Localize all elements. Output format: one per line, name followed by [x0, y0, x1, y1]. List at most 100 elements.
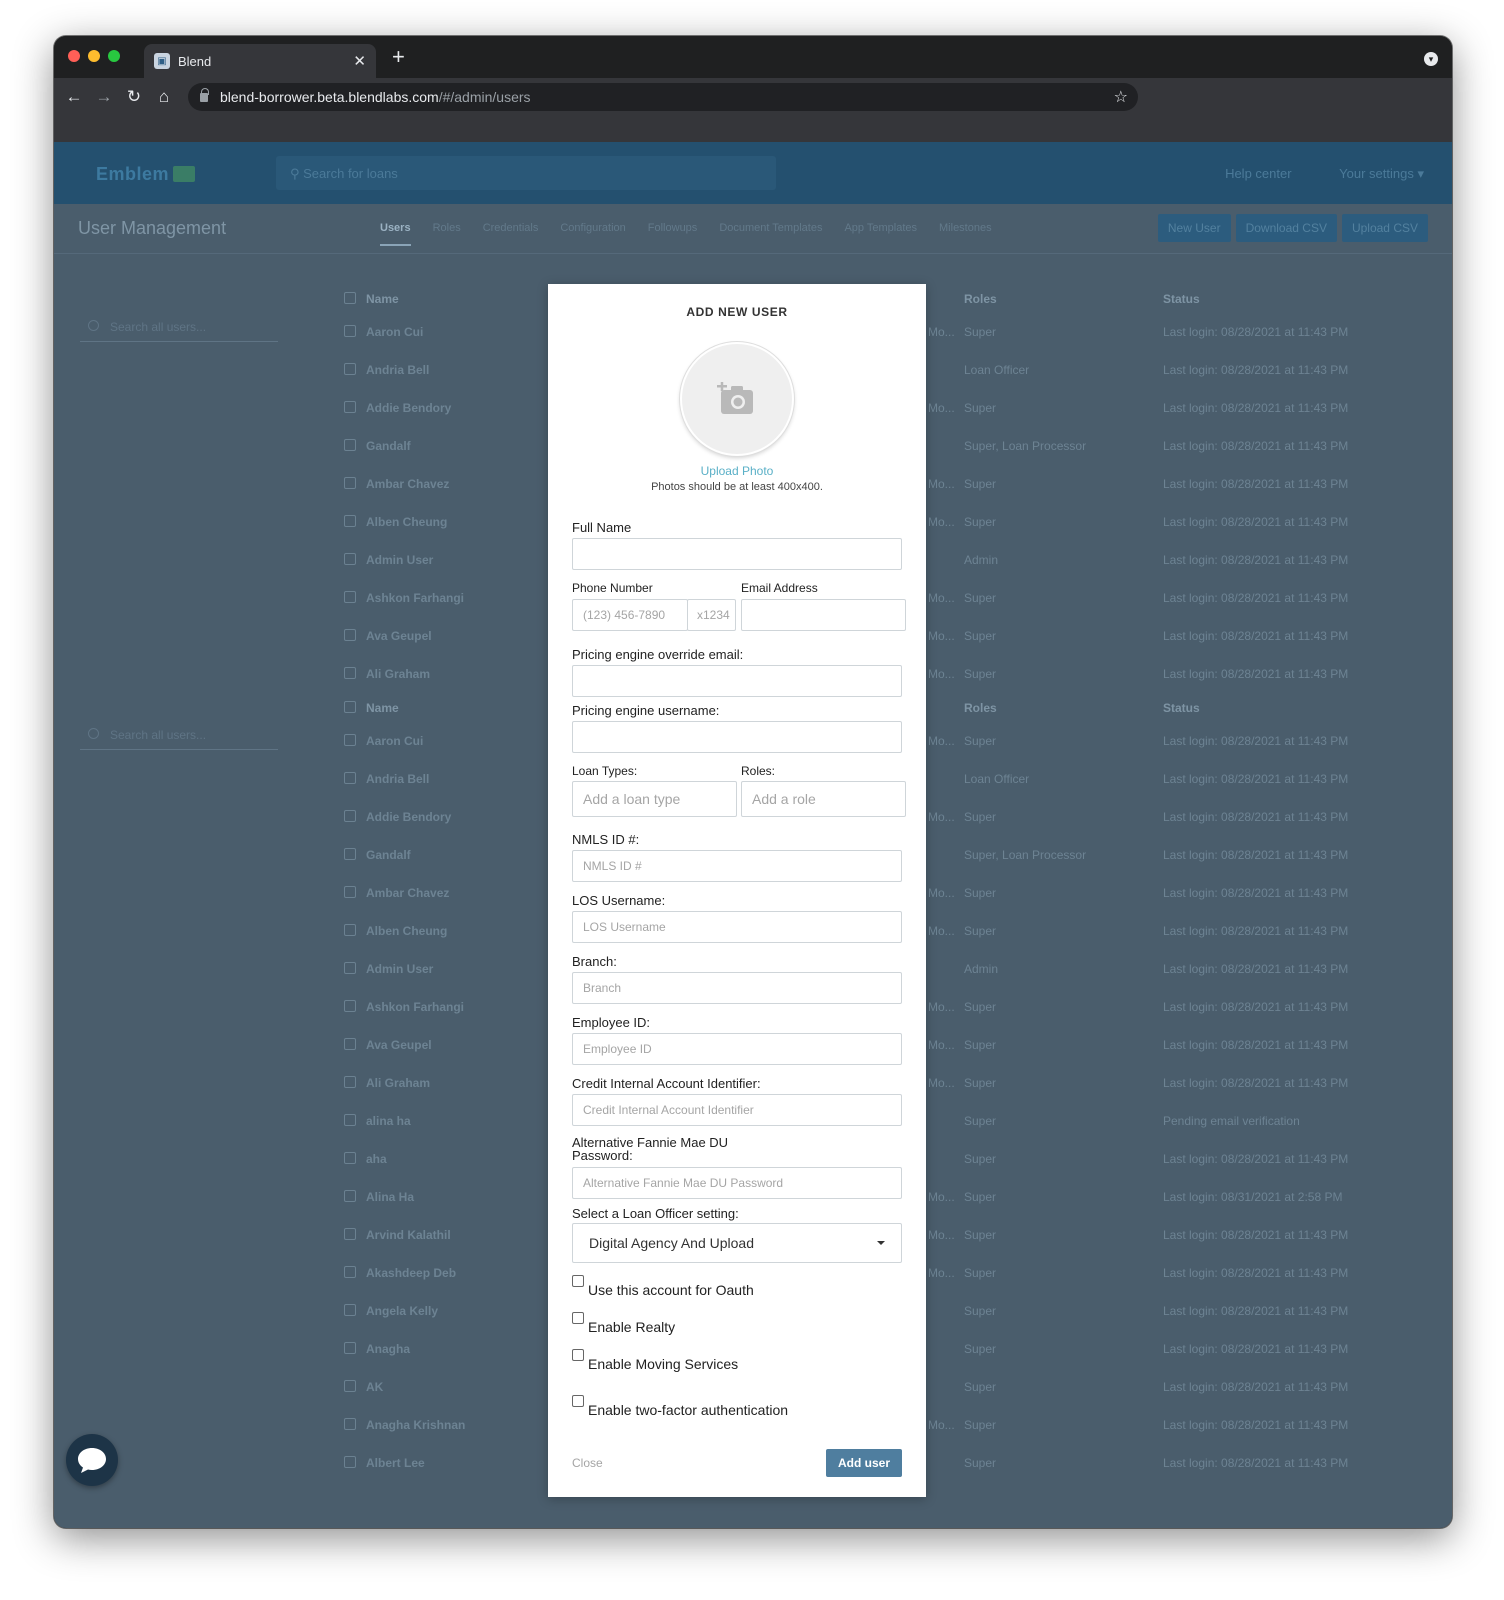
roles-column-header[interactable]: Roles: [964, 701, 997, 715]
row-checkbox[interactable]: [344, 1152, 356, 1164]
bookmark-star-icon[interactable]: ☆: [1114, 87, 1128, 107]
select-all-checkbox[interactable]: [344, 292, 356, 304]
your-settings-link[interactable]: Your settings ▾: [1317, 166, 1424, 181]
avatar-upload[interactable]: [680, 342, 794, 456]
address-bar[interactable]: blend-borrower.beta.blendlabs.com/#/admi…: [188, 83, 1138, 111]
close-button[interactable]: Close: [572, 1456, 603, 1470]
browser-tab[interactable]: ▣ Blend ✕: [144, 44, 376, 78]
row-checkbox[interactable]: [344, 401, 356, 413]
tab-followups[interactable]: Followups: [648, 222, 698, 246]
upload-photo-link[interactable]: Upload Photo: [548, 464, 926, 478]
sidebar-search-input[interactable]: Search all users...: [80, 312, 278, 342]
row-checkbox[interactable]: [344, 515, 356, 527]
row-checkbox[interactable]: [344, 810, 356, 822]
tab-configuration[interactable]: Configuration: [560, 222, 625, 246]
email-input[interactable]: [741, 599, 906, 631]
new-user-button[interactable]: New User: [1157, 214, 1231, 242]
add-user-button[interactable]: Add user: [826, 1449, 902, 1477]
fannie-password-input[interactable]: Alternative Fannie Mae DU Password: [572, 1167, 902, 1199]
oauth-checkbox[interactable]: [572, 1275, 584, 1287]
pricing-username-input[interactable]: [572, 721, 902, 753]
reload-icon[interactable]: ↻: [122, 84, 146, 110]
realty-checkbox[interactable]: [572, 1312, 584, 1324]
roles-column-header[interactable]: Roles: [964, 292, 997, 306]
tab-app-templates[interactable]: App Templates: [844, 222, 917, 246]
close-tab-icon[interactable]: ✕: [353, 52, 366, 70]
sidebar-search-input-2[interactable]: Search all users...: [80, 720, 278, 750]
row-checkbox[interactable]: [344, 772, 356, 784]
row-checkbox[interactable]: [344, 1418, 356, 1430]
user-partial-cell: Mo...: [928, 734, 955, 748]
tab-document-templates[interactable]: Document Templates: [719, 222, 822, 246]
row-checkbox[interactable]: [344, 1038, 356, 1050]
row-checkbox[interactable]: [344, 924, 356, 936]
row-checkbox[interactable]: [344, 553, 356, 565]
moving-services-checkbox[interactable]: [572, 1349, 584, 1361]
row-checkbox[interactable]: [344, 1380, 356, 1392]
minimize-window-icon[interactable]: [88, 50, 100, 62]
row-checkbox[interactable]: [344, 734, 356, 746]
row-checkbox[interactable]: [344, 325, 356, 337]
roles-input[interactable]: Add a role: [741, 781, 906, 817]
chat-bubble-icon[interactable]: [66, 1434, 118, 1486]
row-checkbox[interactable]: [344, 439, 356, 451]
row-checkbox[interactable]: [344, 667, 356, 679]
new-tab-icon[interactable]: +: [392, 46, 405, 68]
nmls-input[interactable]: NMLS ID #: [572, 850, 902, 882]
profile-menu-icon[interactable]: ▾: [1424, 52, 1438, 66]
user-status: Last login: 08/28/2021 at 11:43 PM: [1163, 325, 1349, 339]
row-checkbox[interactable]: [344, 363, 356, 375]
row-checkbox[interactable]: [344, 962, 356, 974]
row-checkbox[interactable]: [344, 1228, 356, 1240]
two-factor-checkbox[interactable]: [572, 1395, 584, 1407]
row-checkbox[interactable]: [344, 1190, 356, 1202]
row-checkbox[interactable]: [344, 1304, 356, 1316]
user-status: Last login: 08/28/2021 at 11:43 PM: [1163, 1038, 1349, 1052]
upload-csv-button[interactable]: Upload CSV: [1341, 214, 1428, 242]
sub-header: User Management Users Roles Credentials Con…: [54, 204, 1452, 254]
row-checkbox[interactable]: [344, 1342, 356, 1354]
row-checkbox[interactable]: [344, 1266, 356, 1278]
employee-id-input[interactable]: Employee ID: [572, 1033, 902, 1065]
name-column-header[interactable]: Name: [366, 701, 399, 715]
home-icon[interactable]: ⌂: [152, 84, 176, 110]
row-checkbox[interactable]: [344, 1000, 356, 1012]
download-csv-button[interactable]: Download CSV: [1235, 214, 1337, 242]
row-checkbox[interactable]: [344, 629, 356, 641]
name-column-header[interactable]: Name: [366, 292, 399, 306]
row-checkbox[interactable]: [344, 477, 356, 489]
tab-roles[interactable]: Roles: [433, 222, 461, 246]
user-name: Admin User: [366, 962, 434, 976]
tab-users[interactable]: Users: [380, 222, 411, 246]
select-all-checkbox[interactable]: [344, 701, 356, 713]
row-checkbox[interactable]: [344, 886, 356, 898]
row-checkbox[interactable]: [344, 848, 356, 860]
maximize-window-icon[interactable]: [108, 50, 120, 62]
fannie-label-line2: Password:: [572, 1148, 633, 1163]
row-checkbox[interactable]: [344, 1456, 356, 1468]
status-column-header[interactable]: Status: [1163, 292, 1200, 306]
user-status: Last login: 08/28/2021 at 11:43 PM: [1163, 363, 1349, 377]
back-icon[interactable]: ←: [62, 84, 86, 110]
pricing-email-input[interactable]: [572, 665, 902, 697]
phone-ext-input[interactable]: x1234: [687, 599, 736, 631]
app-logo[interactable]: Emblem: [96, 164, 196, 185]
row-checkbox[interactable]: [344, 591, 356, 603]
full-name-input[interactable]: [572, 538, 902, 570]
branch-input[interactable]: Branch: [572, 972, 902, 1004]
status-column-header[interactable]: Status: [1163, 701, 1200, 715]
row-checkbox[interactable]: [344, 1114, 356, 1126]
phone-input[interactable]: (123) 456-7890: [572, 599, 688, 631]
user-partial-cell: Mo...: [928, 886, 955, 900]
forward-icon[interactable]: →: [92, 84, 116, 110]
close-window-icon[interactable]: [68, 50, 80, 62]
loan-officer-select[interactable]: Digital Agency And Upload: [572, 1223, 902, 1263]
los-input[interactable]: LOS Username: [572, 911, 902, 943]
row-checkbox[interactable]: [344, 1076, 356, 1088]
tab-credentials[interactable]: Credentials: [483, 222, 539, 246]
loan-search-input[interactable]: ⚲ Search for loans: [276, 156, 776, 190]
help-center-link[interactable]: Help center: [1225, 166, 1291, 181]
credit-id-input[interactable]: Credit Internal Account Identifier: [572, 1094, 902, 1126]
tab-milestones[interactable]: Milestones: [939, 222, 992, 246]
loan-types-input[interactable]: Add a loan type: [572, 781, 737, 817]
